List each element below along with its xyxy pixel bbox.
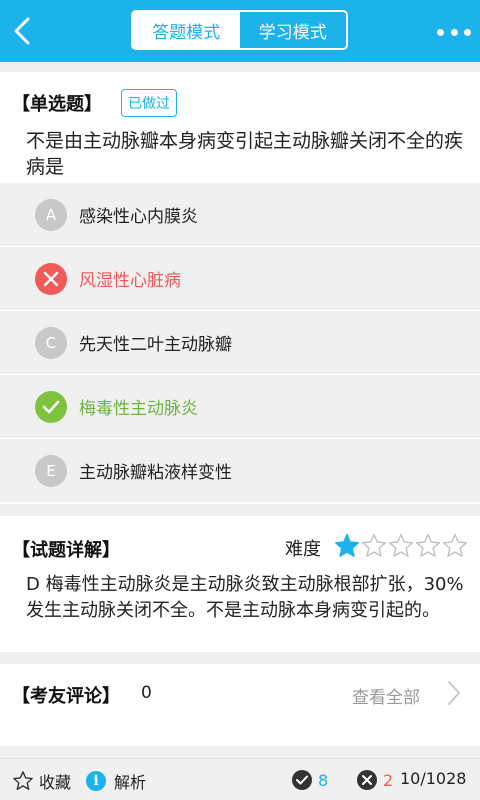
star-outline-icon (13, 771, 33, 790)
option-text: 风湿性心脏病 (79, 271, 181, 291)
analysis-label: 解析 (114, 773, 147, 792)
tab-study-mode[interactable]: 学习模式 (240, 12, 347, 48)
explanation-card: 【试题详解】 难度 D 梅毒性主动脉炎是主动脉炎致主动脉根部扩张，30%发生主动… (0, 516, 480, 652)
comments-title: 【考友评论】 (12, 686, 120, 707)
explanation-title: 【试题详解】 (12, 540, 120, 561)
more-dots-icon[interactable] (434, 22, 474, 42)
wrong-icon (35, 263, 67, 295)
star-empty-icon (416, 533, 440, 557)
question-card: 【单选题】 已做过 不是由主动脉瓣本身病变引起主动脉瓣关闭不全的疾病是 A 感染… (0, 72, 480, 504)
difficulty-rating (334, 533, 469, 559)
correct-check-icon (35, 391, 67, 423)
progress-text: 10/1028 (400, 769, 467, 788)
explanation-text: D 梅毒性主动脉炎是主动脉炎致主动脉根部扩张，30%发生主动脉关闭不全。不是主动… (26, 574, 464, 621)
option-text: 梅毒性主动脉炎 (79, 399, 198, 419)
difficulty-label: 难度 (285, 539, 321, 560)
correct-count-value: 8 (318, 770, 329, 790)
comments-row[interactable]: 【考友评论】 0 查看全部 (0, 664, 480, 746)
option-letter-badge: E (35, 455, 67, 487)
option-a[interactable]: A 感染性心内膜炎 (0, 183, 480, 247)
favorite-button[interactable]: 收藏 (12, 769, 71, 793)
correct-count: 8 (291, 769, 328, 791)
x-circle-icon (357, 770, 377, 790)
star-empty-icon (389, 533, 413, 557)
wrong-count: 2 (356, 769, 393, 791)
option-list: A 感染性心内膜炎 风湿性心脏病 C 先天性二叶主动脉瓣 梅毒性主动脉炎 E 主… (0, 183, 480, 503)
analysis-button[interactable]: i 解析 (86, 769, 146, 793)
option-letter-badge: C (35, 327, 67, 359)
view-all-link[interactable]: 查看全部 (352, 683, 420, 708)
info-icon: i (86, 771, 106, 791)
star-empty-icon (362, 533, 386, 557)
wrong-count-value: 2 (383, 770, 394, 790)
top-bar: 答题模式 学习模式 (0, 0, 480, 62)
option-text: 主动脉瓣粘液样变性 (79, 463, 232, 483)
status-badge: 已做过 (121, 89, 177, 117)
option-b[interactable]: 风湿性心脏病 (0, 247, 480, 311)
tab-answer-mode[interactable]: 答题模式 (133, 12, 240, 48)
star-filled-icon (335, 533, 359, 557)
option-text: 感染性心内膜炎 (79, 207, 198, 227)
chevron-left-icon (14, 17, 30, 45)
check-circle-icon (292, 770, 312, 790)
chevron-right-icon (448, 681, 460, 705)
option-e[interactable]: E 主动脉瓣粘液样变性 (0, 439, 480, 503)
star-empty-icon (443, 533, 467, 557)
option-c[interactable]: C 先天性二叶主动脉瓣 (0, 311, 480, 375)
back-button[interactable] (6, 11, 42, 51)
bottom-toolbar: 收藏 i 解析 8 2 10/1028 (0, 758, 480, 800)
question-text: 不是由主动脉瓣本身病变引起主动脉瓣关闭不全的疾病是 (26, 130, 464, 178)
mode-switcher: 答题模式 学习模式 (131, 10, 348, 50)
option-d[interactable]: 梅毒性主动脉炎 (0, 375, 480, 439)
option-text: 先天性二叶主动脉瓣 (79, 335, 232, 355)
favorite-label: 收藏 (39, 773, 72, 792)
option-letter-badge: A (35, 199, 67, 231)
question-type-label: 【单选题】 (12, 94, 102, 115)
comments-count: 0 (141, 683, 152, 703)
progress-indicator[interactable]: 10/1028 (400, 769, 466, 788)
